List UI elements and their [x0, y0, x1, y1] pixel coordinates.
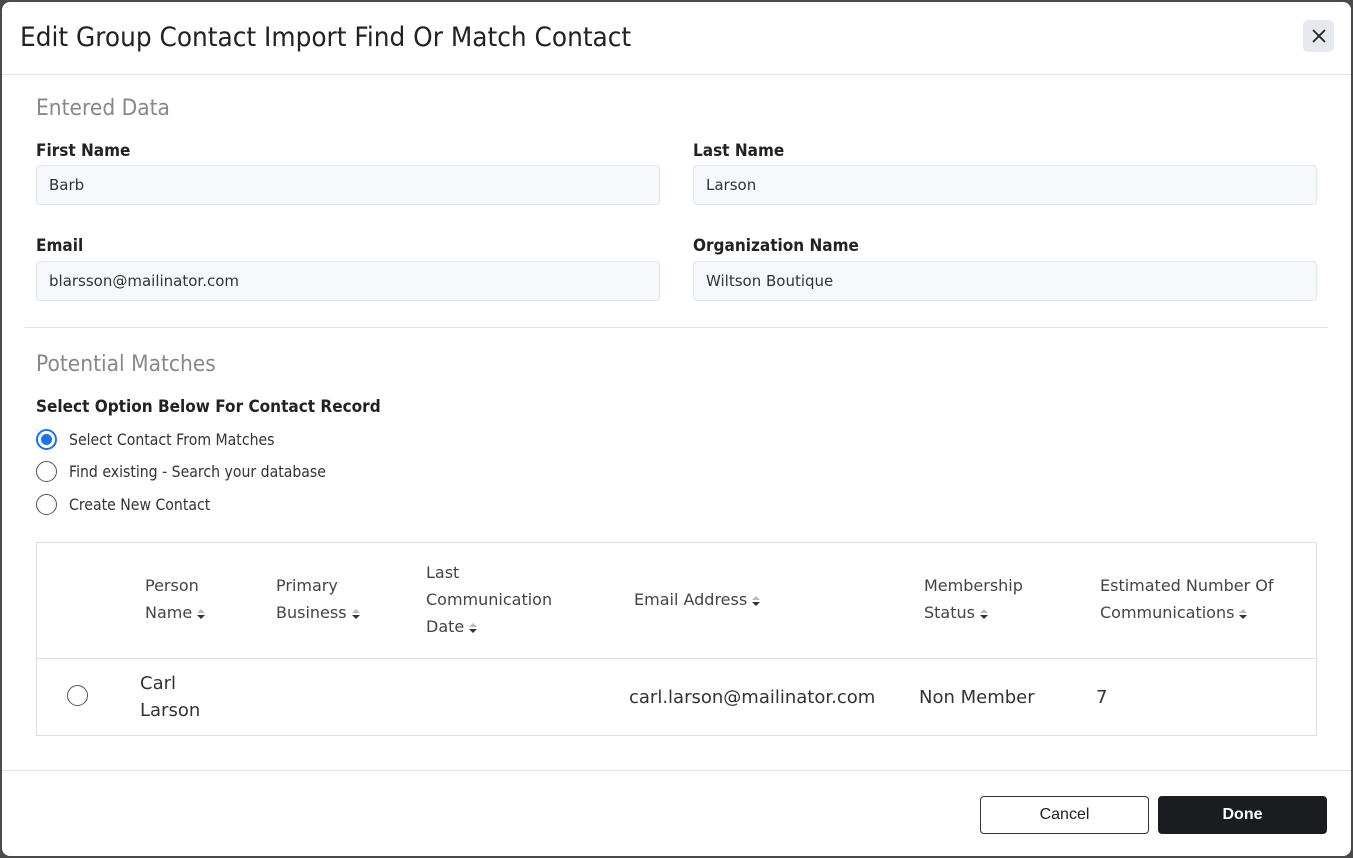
column-label: Communications: [1100, 603, 1235, 622]
column-last-communication-date[interactable]: Last Communication Date: [426, 559, 552, 640]
done-button[interactable]: Done: [1158, 796, 1327, 834]
column-label: Estimated Number Of: [1100, 576, 1274, 595]
close-icon: [1311, 29, 1326, 43]
sort-icon[interactable]: [351, 608, 360, 619]
options-heading: Select Option Below For Contact Record: [36, 397, 381, 417]
column-person-name[interactable]: Person Name: [145, 572, 206, 626]
modal-header: Edit Group Contact Import Find Or Match …: [2, 2, 1351, 75]
matches-table: Person Name Primary Business Last Commun…: [36, 542, 1317, 736]
section-divider: [25, 327, 1328, 328]
cancel-button[interactable]: Cancel: [980, 796, 1149, 834]
person-last-name: Larson: [140, 700, 201, 721]
column-label: Person: [145, 576, 199, 595]
sort-icon[interactable]: [469, 622, 478, 633]
modal-title: Edit Group Contact Import Find Or Match …: [20, 22, 632, 53]
column-primary-business[interactable]: Primary Business: [276, 572, 360, 626]
row-select-radio[interactable]: [67, 685, 88, 706]
column-label: Communication: [426, 590, 553, 609]
radio-unselected[interactable]: [36, 461, 57, 482]
column-label: Membership: [924, 576, 1023, 595]
column-membership-status[interactable]: Membership Status: [924, 572, 1023, 626]
close-button[interactable]: [1303, 20, 1334, 52]
person-first-name: Carl: [140, 673, 176, 694]
option-label: Find existing - Search your database: [69, 462, 326, 481]
column-label: Business: [276, 603, 347, 622]
column-label: Primary: [276, 576, 338, 595]
membership-status-cell: Non Member: [919, 687, 1035, 708]
potential-matches-heading: Potential Matches: [36, 352, 216, 377]
email-label: Email: [36, 236, 84, 256]
option-label: Create New Contact: [69, 495, 211, 514]
last-name-field[interactable]: [693, 165, 1317, 205]
organization-name-label: Organization Name: [693, 236, 859, 256]
column-estimated-communications[interactable]: Estimated Number Of Communications: [1100, 572, 1274, 626]
sort-icon[interactable]: [197, 608, 206, 619]
column-label: Date: [426, 617, 465, 636]
option-find-existing[interactable]: Find existing - Search your database: [36, 461, 361, 482]
radio-selected[interactable]: [36, 429, 57, 450]
last-name-label: Last Name: [693, 141, 785, 161]
modal-footer: Cancel Done: [2, 770, 1351, 856]
sort-icon[interactable]: [979, 608, 988, 619]
column-label: Name: [145, 603, 193, 622]
email-field[interactable]: [36, 261, 660, 301]
table-header: Person Name Primary Business Last Commun…: [37, 543, 1316, 659]
column-email-address[interactable]: Email Address: [634, 586, 761, 613]
column-label: Email Address: [634, 590, 748, 609]
edit-contact-modal: Edit Group Contact Import Find Or Match …: [2, 2, 1351, 856]
option-label: Select Contact From Matches: [69, 430, 275, 449]
option-create-new[interactable]: Create New Contact: [36, 494, 229, 515]
column-label: Status: [924, 603, 975, 622]
entered-data-heading: Entered Data: [36, 96, 170, 121]
person-name-cell: Carl Larson: [140, 670, 200, 724]
option-select-from-matches[interactable]: Select Contact From Matches: [36, 429, 303, 450]
email-address-cell: carl.larson@mailinator.com: [629, 687, 876, 708]
sort-icon[interactable]: [1239, 608, 1248, 619]
radio-unselected[interactable]: [36, 494, 57, 515]
sort-icon[interactable]: [752, 595, 761, 606]
column-label: Last: [426, 563, 460, 582]
first-name-label: First Name: [36, 141, 131, 161]
organization-name-field[interactable]: [693, 261, 1317, 301]
first-name-field[interactable]: [36, 165, 660, 205]
estimated-communications-cell: 7: [1096, 687, 1108, 708]
